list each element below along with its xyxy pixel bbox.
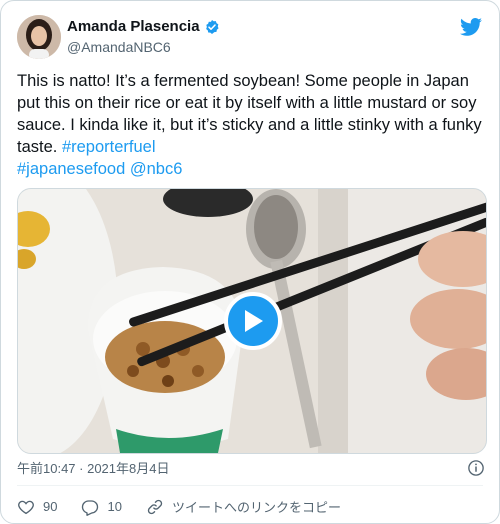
twitter-bird-icon[interactable] xyxy=(459,15,483,39)
author-name[interactable]: Amanda Plasencia xyxy=(67,18,200,36)
heart-icon xyxy=(18,500,34,514)
like-button[interactable]: 90 xyxy=(17,498,57,516)
divider xyxy=(17,485,483,486)
tweet-text: This is natto! It’s a fermented soybean!… xyxy=(17,70,487,180)
mention-nbc6[interactable]: @nbc6 xyxy=(130,160,183,178)
avatar[interactable] xyxy=(17,15,61,59)
info-icon[interactable] xyxy=(467,459,485,477)
reply-button[interactable]: 10 xyxy=(81,498,122,516)
tweet-actions: 90 10 ツイートへのリンクをコピー xyxy=(17,497,365,516)
copy-link-label: ツイートへのリンクをコピー xyxy=(171,500,341,515)
tweet-card[interactable]: Amanda Plasencia @AmandaNBC6 This is nat… xyxy=(0,0,500,524)
author-handle[interactable]: @AmandaNBC6 xyxy=(67,38,171,56)
tweet-timestamp[interactable]: 午前10:47 · 2021年8月4日 xyxy=(17,461,169,477)
link-icon xyxy=(147,499,163,514)
hashtag-reporterfuel[interactable]: #reporterfuel xyxy=(62,138,156,156)
hashtag-japanesefood[interactable]: #japanesefood xyxy=(17,160,125,178)
copy-link-button[interactable]: ツイートへのリンクをコピー xyxy=(146,497,341,516)
like-count: 90 xyxy=(43,499,58,514)
author-name-row[interactable]: Amanda Plasencia xyxy=(67,18,220,36)
video-player[interactable] xyxy=(17,188,487,454)
verified-badge-icon xyxy=(204,19,220,35)
reply-icon xyxy=(82,499,99,516)
play-icon xyxy=(245,310,263,332)
reply-count: 10 xyxy=(107,499,122,514)
play-button[interactable] xyxy=(224,292,282,350)
